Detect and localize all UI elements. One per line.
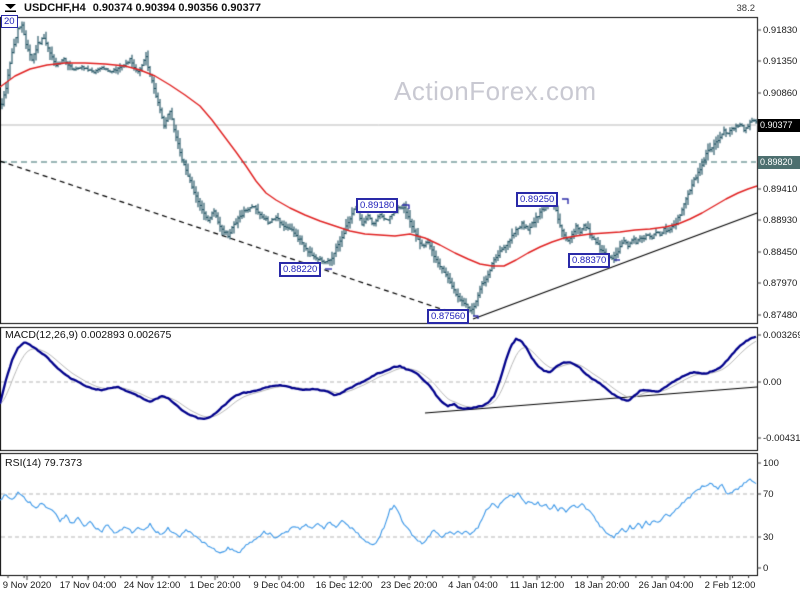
rsi-axis-label: 0 [763,563,769,574]
time-axis-label: 17 Nov 04:00 [59,580,117,591]
macd-axis-label: 0.00 [763,377,782,388]
price-level-annotation[interactable]: 0.87560 [427,309,470,324]
macd-axis-label: -0.004316 [763,433,800,444]
rsi-axis-label: 70 [763,489,774,500]
price-axis-label: 0.87970 [763,278,798,289]
price-axis-label: 0.88930 [763,215,798,226]
time-axis-label: 9 Nov 2020 [2,580,52,591]
time-axis-label: 2 Feb 12:00 [704,580,756,591]
rsi-axis-label: 100 [763,458,779,469]
time-axis-label: 4 Jan 04:00 [448,580,498,591]
price-level-annotation[interactable]: 0.88220 [279,262,322,277]
ma-period-badge[interactable]: 20 [1,15,18,28]
time-axis-label: 24 Nov 12:00 [123,580,181,591]
price-axis-label: 0.91830 [763,25,798,36]
chart-header: USDCHF,H4 0.90374 0.90394 0.90356 0.9037… [4,2,261,14]
price-level-annotation[interactable]: 0.89250 [516,192,559,207]
price-axis-label: 0.89410 [763,184,798,195]
current-price-tag: 0.90377 [758,118,800,132]
symbol-title: USDCHF,H4 [24,2,86,14]
time-axis-label: 18 Jan 20:00 [574,580,630,591]
resistance-level-tag: 0.89820 [758,155,800,169]
price-axis-label: 0.88450 [763,247,798,258]
macd-axis-label: 0.003269 [763,330,800,341]
ohlc-quote: 0.90374 0.90394 0.90356 0.90377 [92,2,261,14]
time-axis-label: 11 Jan 12:00 [509,580,565,591]
rsi-axis-label: 30 [763,532,774,543]
time-axis-label: 26 Jan 04:00 [638,580,694,591]
price-level-annotation[interactable]: 0.89180 [356,198,399,213]
time-axis-label: 9 Dec 04:00 [253,580,305,591]
price-level-annotation[interactable]: 0.88370 [568,253,611,268]
rsi-panel-title: RSI(14) 79.7373 [5,457,83,469]
time-axis-label: 23 Dec 20:00 [380,580,438,591]
price-axis-label: 0.87480 [763,310,798,321]
price-axis-label: 0.91350 [763,56,798,67]
mt4-chart-window: ActionForex.com USDCHF,H4 0.90374 0.9039… [0,0,800,600]
fibonacci-level-label: 38.2 [736,3,756,14]
price-axis-label: 0.90860 [763,88,798,99]
time-axis-label: 1 Dec 20:00 [189,580,241,591]
chart-shift-icon[interactable] [4,3,17,13]
time-axis-label: 16 Dec 12:00 [315,580,373,591]
macd-panel-title: MACD(12,26,9) 0.002893 0.002675 [5,329,172,341]
chart-canvas[interactable] [0,0,800,600]
